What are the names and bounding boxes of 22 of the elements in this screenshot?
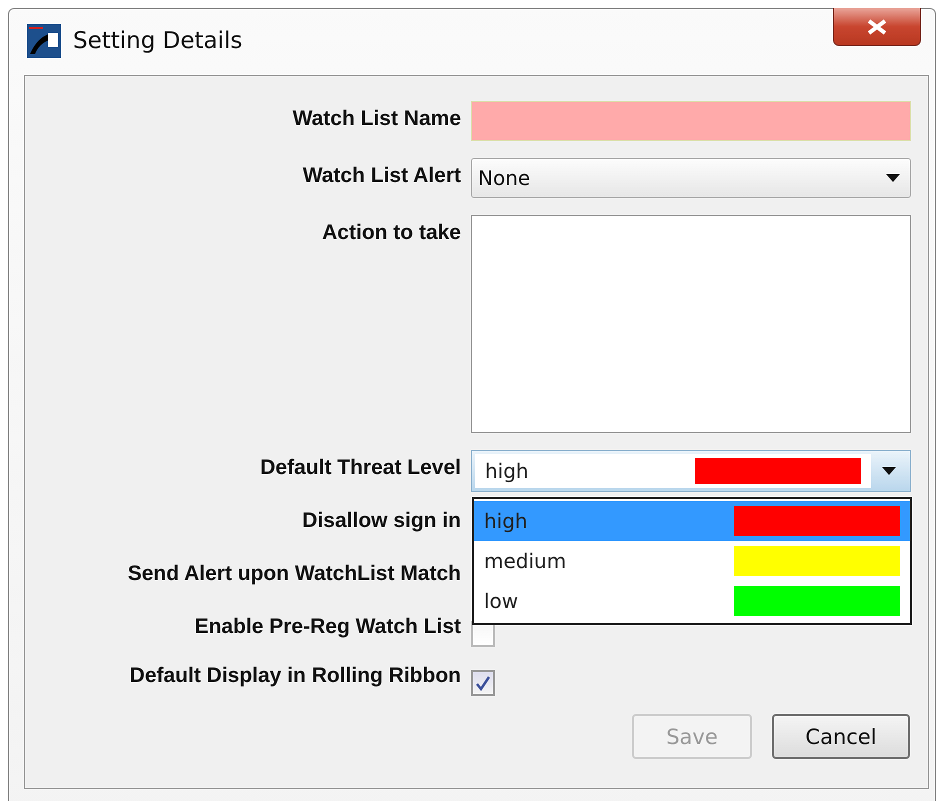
check-icon — [475, 675, 491, 691]
dropdown-option[interactable]: high — [474, 501, 910, 541]
field-label: Watch List Name — [292, 106, 461, 132]
alert-dropdown[interactable]: None — [471, 158, 911, 198]
close-button[interactable] — [833, 8, 921, 46]
field-label: Default Display in Rolling Ribbon — [128, 664, 461, 689]
field-label: Watch List Alert — [302, 163, 461, 189]
cancel-button[interactable]: Cancel — [772, 714, 910, 759]
dropdown-option[interactable]: low — [474, 581, 910, 621]
window-title: Setting Details — [73, 28, 242, 54]
field-label: Disallow sign in — [301, 509, 461, 534]
caret-icon — [886, 174, 900, 182]
field-label: Action to take — [321, 220, 461, 246]
checkbox[interactable] — [471, 670, 495, 696]
close-icon — [866, 18, 888, 34]
app-icon — [27, 24, 61, 58]
field-label: Send Alert upon WatchList Match — [126, 562, 461, 587]
dropdown-option[interactable]: medium — [474, 541, 910, 581]
name-field[interactable] — [471, 101, 911, 141]
caret-icon — [882, 467, 896, 475]
field-label: Enable Pre-Reg Watch List — [194, 615, 461, 640]
field-label: Default Threat Level — [259, 455, 461, 481]
